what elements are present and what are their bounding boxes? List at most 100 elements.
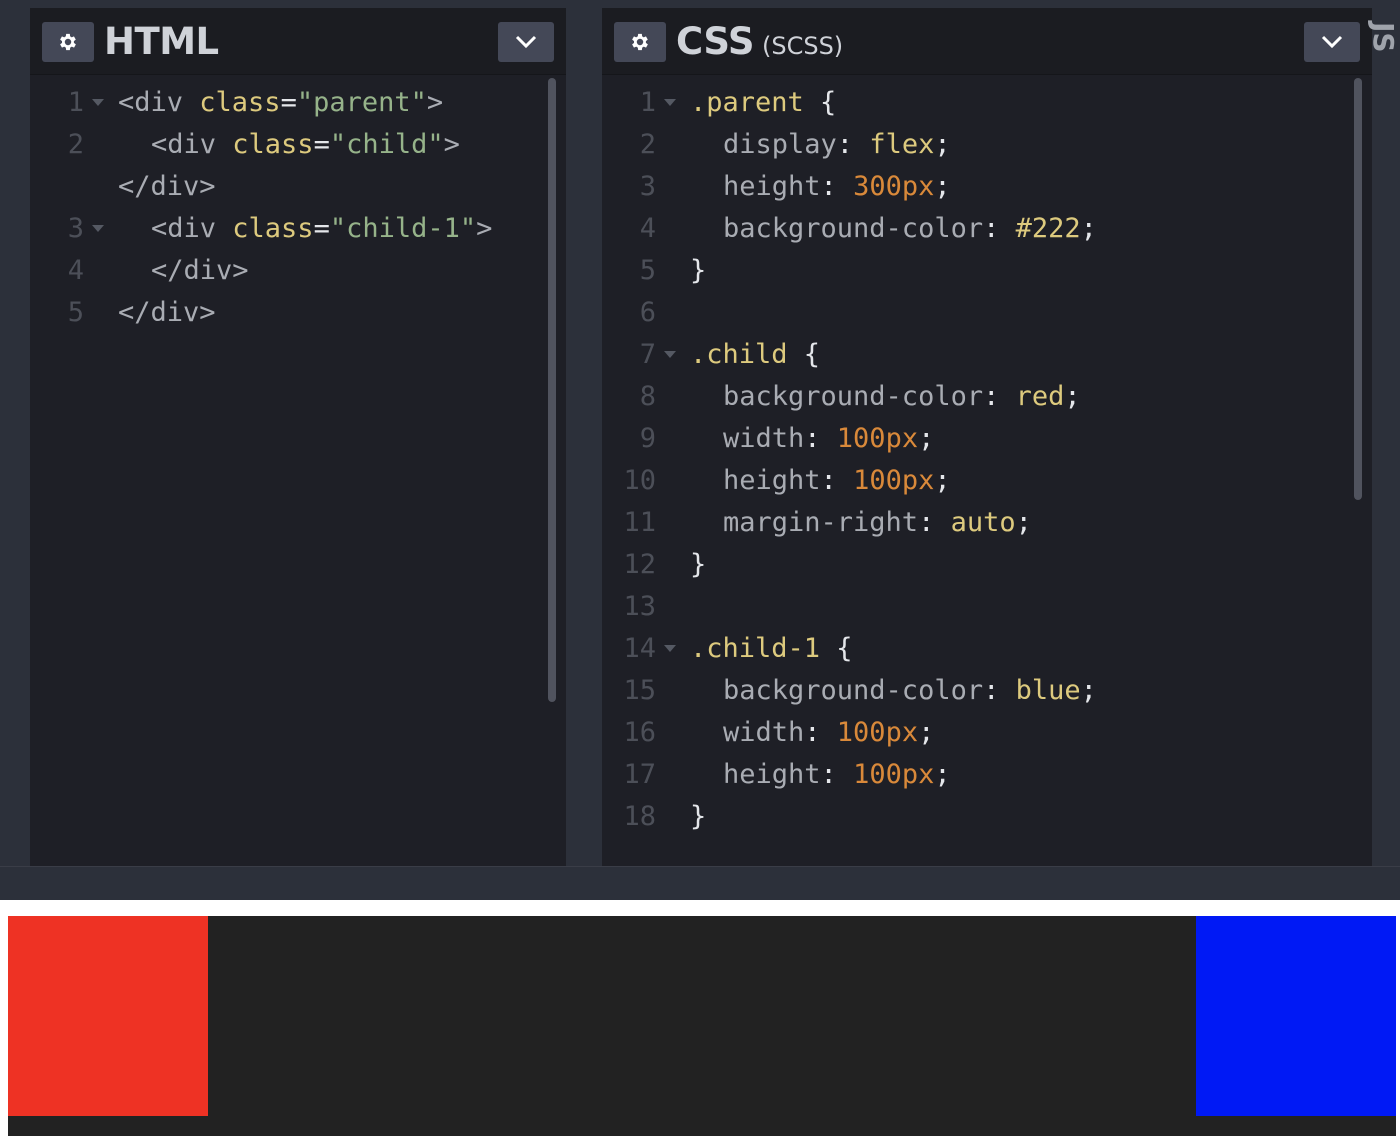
code-line[interactable]: 17 height: 100px; — [602, 754, 1372, 796]
code-line[interactable]: 15 background-color: blue; — [602, 670, 1372, 712]
html-collapse-button[interactable] — [498, 22, 554, 62]
code-token: : — [820, 171, 854, 202]
code-token: <div — [118, 87, 200, 118]
fold-triangle-icon[interactable] — [92, 225, 104, 232]
html-editor-panel: HTML 1 <div class="parent"> 2 <div class="c… — [30, 8, 566, 866]
code-text: width: 100px; — [723, 418, 934, 460]
html-code-area[interactable]: 1 <div class="parent"> 2 <div class="child"… — [30, 74, 566, 866]
code-token: .child-1 — [690, 633, 821, 664]
code-line[interactable]: 16 width: 100px; — [602, 712, 1372, 754]
code-line[interactable]: 14 .child-1 { — [602, 628, 1372, 670]
chevron-down-icon — [515, 35, 537, 49]
code-line[interactable]: 11 margin-right: auto; — [602, 502, 1372, 544]
fold-triangle-icon[interactable] — [92, 99, 104, 106]
code-token: { — [803, 87, 837, 118]
code-text: } — [690, 250, 706, 292]
code-line[interactable]: 8 background-color: red; — [602, 376, 1372, 418]
code-text: .child-1 { — [690, 628, 853, 670]
code-line[interactable]: 3 <div class="child-1"> — [30, 208, 566, 250]
code-token: } — [690, 255, 707, 286]
code-line[interactable]: 2 <div class="child"> — [30, 124, 566, 166]
css-code-area[interactable]: 1 .parent {2 display: flex; 3 height: 300px;… — [602, 74, 1372, 866]
panel-resize-handle[interactable] — [566, 8, 602, 866]
code-token: "child" — [329, 129, 444, 160]
code-token: <div — [151, 129, 233, 160]
code-line[interactable]: 9 width: 100px; — [602, 418, 1372, 460]
html-editor-header: HTML — [30, 8, 566, 75]
editor-preview-resizer[interactable] — [0, 866, 1400, 900]
css-settings-button[interactable] — [614, 22, 666, 62]
css-scrollbar[interactable] — [1354, 78, 1362, 500]
code-line[interactable]: 5 </div> — [30, 292, 566, 334]
code-token: auto — [950, 507, 1016, 538]
preview-child-1-blue-box — [1196, 916, 1396, 1116]
line-number: 1 — [639, 87, 656, 118]
code-line[interactable]: 1 <div class="parent"> — [30, 82, 566, 124]
code-line[interactable]: 2 display: flex; — [602, 124, 1372, 166]
code-line[interactable]: 13 — [602, 586, 1372, 628]
code-token: class — [199, 87, 281, 118]
code-line[interactable]: 7 .child { — [602, 334, 1372, 376]
code-line[interactable]: 1 .parent { — [602, 82, 1372, 124]
line-number: 11 — [623, 507, 656, 538]
code-token: { — [820, 633, 853, 664]
line-number: 1 — [67, 87, 84, 118]
css-title-text: CSS — [676, 20, 754, 63]
code-token: ; — [918, 717, 935, 748]
code-token: "parent" — [296, 87, 427, 118]
code-token: margin-right — [723, 507, 919, 538]
code-token: </div> — [151, 255, 249, 286]
code-token: } — [690, 549, 707, 580]
code-text: .parent { — [690, 82, 836, 124]
code-line[interactable]: </div> — [30, 166, 566, 208]
code-token: : — [983, 381, 1016, 412]
code-token: ; — [1080, 213, 1097, 244]
code-token: ; — [934, 171, 951, 202]
result-preview — [0, 900, 1400, 1136]
line-number: 10 — [623, 465, 656, 496]
code-line[interactable]: 12} — [602, 544, 1372, 586]
code-token: ; — [1080, 675, 1097, 706]
code-token: > — [443, 129, 460, 160]
code-token: : — [820, 465, 854, 496]
code-line[interactable]: 4 </div> — [30, 250, 566, 292]
code-token: 100px — [853, 759, 935, 790]
code-line[interactable]: 6 — [602, 292, 1372, 334]
code-token: : — [918, 507, 951, 538]
code-line[interactable]: 10 height: 100px; — [602, 460, 1372, 502]
code-line[interactable]: 3 height: 300px; — [602, 166, 1372, 208]
code-token: = — [280, 87, 297, 118]
code-token: "child-1" — [329, 213, 477, 244]
fold-triangle-icon[interactable] — [664, 351, 676, 358]
code-text: width: 100px; — [723, 712, 934, 754]
html-scrollbar[interactable] — [548, 78, 556, 702]
code-text: margin-right: auto; — [723, 502, 1032, 544]
js-panel-collapsed[interactable] — [1372, 8, 1400, 866]
code-line[interactable]: 4 background-color: #222; — [602, 208, 1372, 250]
code-line[interactable]: 5} — [602, 250, 1372, 292]
top-strip — [0, 0, 1400, 8]
code-token: height — [723, 465, 821, 496]
fold-triangle-icon[interactable] — [664, 645, 676, 652]
fold-triangle-icon[interactable] — [664, 99, 676, 106]
code-token: = — [313, 129, 330, 160]
line-number: 14 — [623, 633, 656, 664]
line-number: 12 — [623, 549, 656, 580]
preview-child-red-box — [8, 916, 208, 1116]
line-number: 7 — [639, 339, 656, 370]
css-editor-header: CSS (SCSS) — [602, 8, 1372, 75]
code-token: width — [723, 423, 805, 454]
code-token: = — [313, 213, 330, 244]
code-text: background-color: blue; — [723, 670, 1097, 712]
code-token: height — [723, 171, 821, 202]
line-number: 15 — [623, 675, 656, 706]
html-settings-button[interactable] — [42, 22, 94, 62]
code-token: 100px — [853, 465, 935, 496]
code-token: 100px — [836, 717, 919, 748]
js-panel-title[interactable]: JS — [1367, 22, 1400, 53]
code-token: } — [690, 801, 707, 832]
css-collapse-button[interactable] — [1304, 22, 1360, 62]
code-token: </div> — [118, 171, 216, 202]
code-token: #222 — [1015, 213, 1081, 244]
code-line[interactable]: 18} — [602, 796, 1372, 838]
